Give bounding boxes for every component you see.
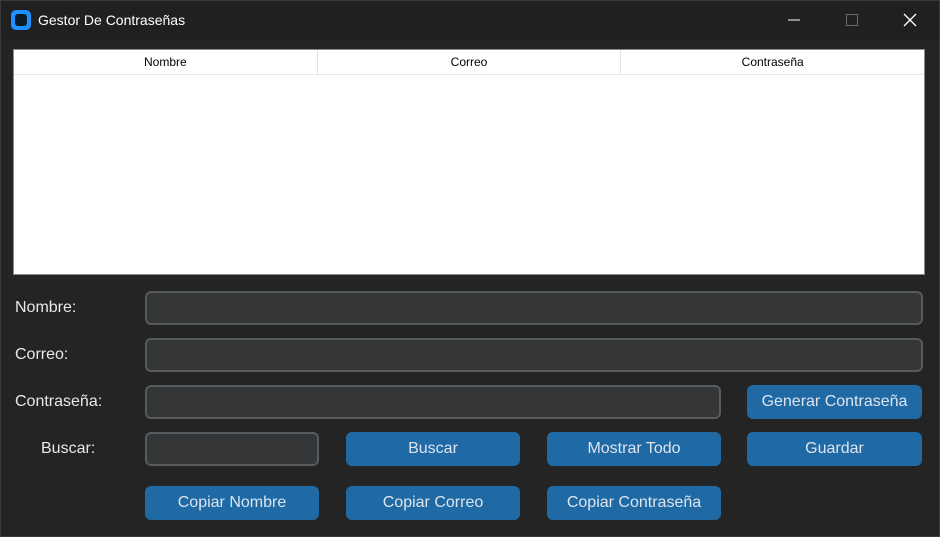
correo-label: Correo: bbox=[15, 346, 69, 363]
nombre-input[interactable] bbox=[145, 291, 923, 325]
mostrar-todo-button[interactable]: Mostrar Todo bbox=[547, 432, 721, 466]
contrasena-label: Contraseña: bbox=[15, 393, 103, 410]
buscar-button[interactable]: Buscar bbox=[346, 432, 520, 466]
minimize-icon bbox=[788, 19, 800, 21]
column-header-nombre[interactable]: Nombre bbox=[14, 50, 318, 74]
app-icon bbox=[11, 10, 31, 30]
generar-contrasena-button[interactable]: Generar Contraseña bbox=[747, 385, 922, 419]
buscar-label: Buscar: bbox=[41, 440, 96, 457]
maximize-button[interactable] bbox=[823, 1, 881, 39]
maximize-icon bbox=[846, 14, 858, 26]
table-header: Nombre Correo Contraseña bbox=[14, 50, 924, 75]
buscar-input[interactable] bbox=[145, 432, 319, 466]
app-window: Gestor De Contraseñas Nombre Correo Cont… bbox=[0, 0, 940, 537]
column-header-correo[interactable]: Correo bbox=[318, 50, 622, 74]
contrasena-input[interactable] bbox=[145, 385, 721, 419]
correo-input[interactable] bbox=[145, 338, 923, 372]
close-button[interactable] bbox=[881, 1, 939, 39]
window-title: Gestor De Contraseñas bbox=[38, 12, 186, 28]
copiar-correo-button[interactable]: Copiar Correo bbox=[346, 486, 520, 520]
passwords-table[interactable]: Nombre Correo Contraseña bbox=[13, 49, 925, 275]
column-header-contrasena[interactable]: Contraseña bbox=[621, 50, 924, 74]
close-icon bbox=[903, 13, 917, 27]
copiar-contrasena-button[interactable]: Copiar Contraseña bbox=[547, 486, 721, 520]
guardar-button[interactable]: Guardar bbox=[747, 432, 922, 466]
copiar-nombre-button[interactable]: Copiar Nombre bbox=[145, 486, 319, 520]
minimize-button[interactable] bbox=[765, 1, 823, 39]
nombre-label: Nombre: bbox=[15, 299, 77, 316]
title-bar[interactable]: Gestor De Contraseñas bbox=[1, 1, 939, 39]
